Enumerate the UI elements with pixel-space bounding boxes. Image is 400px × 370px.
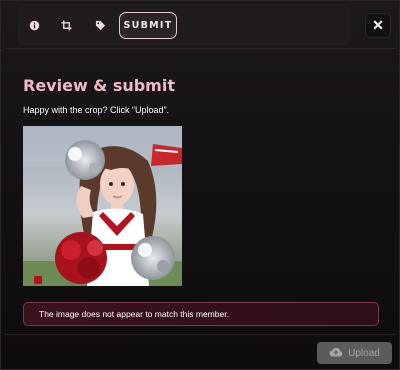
upload-dialog: SUBMIT ✕ Review & submit Happy with the … (0, 0, 400, 370)
mismatch-alert: The image does not appear to match this … (23, 302, 379, 326)
close-icon: ✕ (372, 17, 384, 33)
upload-button-label: Upload (348, 347, 380, 359)
step-toolbar: SUBMIT (18, 5, 351, 45)
close-button[interactable]: ✕ (365, 13, 391, 38)
header-divider (5, 48, 397, 49)
footer-divider (5, 334, 397, 335)
tag-icon[interactable] (94, 19, 106, 31)
upload-button[interactable]: Upload (317, 342, 392, 364)
page-title: Review & submit (23, 76, 175, 95)
crop-icon[interactable] (60, 19, 72, 31)
cloud-upload-icon (329, 347, 343, 360)
alert-message: The image does not appear to match this … (39, 309, 229, 319)
info-icon[interactable] (28, 19, 40, 31)
tab-submit[interactable]: SUBMIT (119, 12, 177, 39)
instruction-text: Happy with the crop? Click “Upload”. (23, 105, 170, 115)
corner-logo-icon (34, 276, 42, 284)
cropped-photo-preview (23, 126, 182, 286)
